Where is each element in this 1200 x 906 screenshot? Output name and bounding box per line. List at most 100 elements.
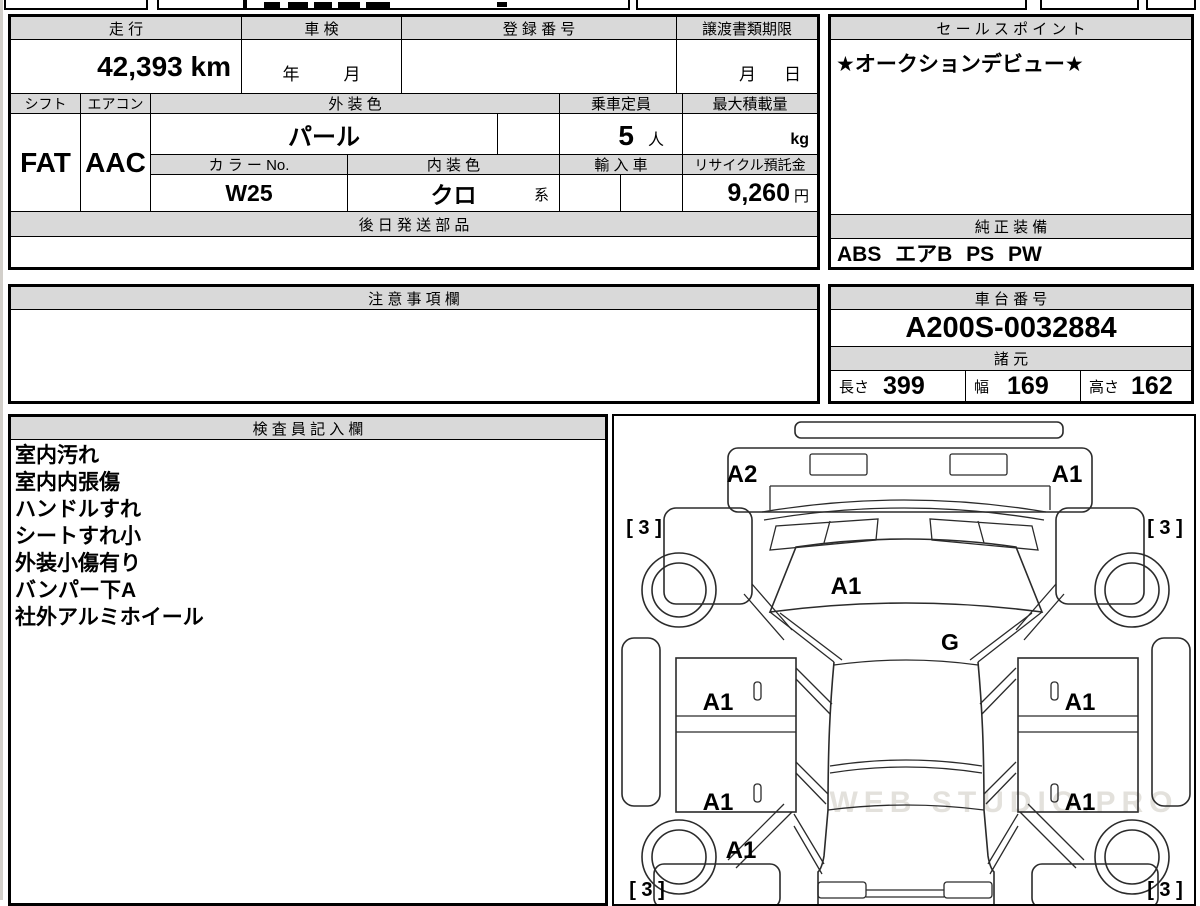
equipment-header: 純 正 装 備: [830, 214, 1192, 239]
clipped-cell: [157, 0, 245, 10]
spec-height-value: 162: [1131, 371, 1173, 400]
spec-length-value: 399: [883, 371, 925, 400]
recycle-value-cell: 9,260 円: [682, 174, 818, 212]
inspector-note-line: 外装小傷有り: [15, 552, 141, 575]
damage-label-quarter-rear-left: A1: [726, 837, 757, 864]
rear-panel-right-shape: [1031, 863, 1159, 904]
clipped-cell: [636, 0, 1027, 10]
inspector-note-line: 社外アルミホイール: [15, 606, 204, 629]
front-fascia-shape: [727, 447, 1093, 513]
mileage-header-label: 走 行: [108, 20, 144, 38]
tire-grade-rear-left: [ 3 ]: [629, 879, 665, 901]
equipment-value: ABS エアB PS PW: [837, 243, 1042, 266]
fender-front-left-shape: [663, 507, 753, 605]
recycle-header: リサイクル預託金: [682, 154, 818, 175]
aircon-header-label: エアコン: [87, 95, 144, 112]
inspector-body: 室内汚れ 室内内張傷 ハンドルすれ シートすれ小 外装小傷有り バンパー下A 社…: [10, 439, 606, 904]
inspection-header: 車 検: [241, 16, 402, 40]
shift-value-cell: FAT: [10, 113, 81, 212]
import-value-cell-1: [559, 174, 621, 212]
inspector-header: 検 査 員 記 入 欄: [10, 416, 606, 440]
specs-header: 諸 元: [830, 346, 1192, 371]
import-header-label: 輸 入 車: [594, 157, 648, 174]
watermark: WEB STUDIO.PRO: [829, 786, 1178, 819]
inspection-value-cell: 年 月: [241, 39, 402, 94]
capacity-value: 5: [618, 120, 634, 151]
color-no-value-cell: W25: [150, 174, 348, 212]
interior-color-header: 内 装 色: [347, 154, 560, 175]
inspector-note-line: 室内汚れ: [15, 444, 99, 467]
exterior-color-header: 外 装 色: [150, 93, 560, 114]
door-handle-fl-shape: [753, 681, 762, 701]
inspector-note-line: シートすれ小: [15, 525, 141, 548]
import-header: 輸 入 車: [559, 154, 683, 175]
chassis-table: 車 台 番 号 A200S-0032884 諸 元 長さ 399 幅 169 高…: [828, 284, 1194, 404]
shift-header: シフト: [10, 93, 81, 114]
damage-label-door-rear-left: A1: [703, 789, 734, 816]
inspection-header-label: 車 検: [304, 20, 339, 38]
damage-label-front-right: A1: [1052, 461, 1083, 488]
notes-body: [10, 309, 818, 402]
damage-label-front-left: A2: [727, 461, 758, 488]
recycle-unit: 円: [793, 188, 809, 205]
transfer-value-cell: 月 日: [676, 39, 818, 94]
specs-header-label: 諸 元: [993, 351, 1029, 368]
transfer-deadline-header-label: 譲渡書類期限: [701, 20, 792, 38]
max-load-value-cell: kg: [682, 113, 818, 155]
registration-header-label: 登 録 番 号: [502, 20, 576, 38]
aircon-value: AAC: [85, 146, 146, 178]
damage-diagram-box: WEB STUDIO.PRO A2 A1 A1 G A1 A1 A1 A1 A1…: [612, 414, 1196, 906]
registration-header: 登 録 番 号: [401, 16, 677, 40]
aircon-value-cell: AAC: [80, 113, 151, 212]
transfer-month-label: 月: [739, 65, 756, 84]
door-handle-rl-shape: [753, 783, 762, 803]
vehicle-info-table: 走 行 車 検 登 録 番 号 譲渡書類期限 42,393 km 年 月 月 日…: [8, 14, 820, 270]
inspector-table: 検 査 員 記 入 欄 室内汚れ 室内内張傷 ハンドルすれ シートすれ小 外装小…: [8, 414, 608, 906]
inspector-note-line: ハンドルすれ: [15, 498, 141, 521]
damage-label-door-rear-right: A1: [1065, 789, 1096, 816]
clipped-text-fragment: [497, 2, 507, 7]
doors-left-shape: [675, 657, 797, 813]
inspection-year-label: 年: [282, 65, 300, 84]
sales-point-value: ★オークションデビュー★: [836, 53, 1084, 76]
tire-grade-rear-right: [ 3 ]: [1147, 879, 1183, 901]
clipped-text-fragment: [264, 2, 280, 8]
clipped-text-fragment: [314, 2, 332, 8]
auction-sheet: { "main_table": { "mileage_label": "走 行"…: [0, 0, 1200, 906]
exterior-color-header-label: 外 装 色: [328, 96, 382, 113]
front-bumper-shape: [794, 421, 1064, 439]
clipped-text-fragment: [288, 2, 308, 8]
wheel-front-right-shape: [1094, 552, 1170, 628]
headlight-left-shape: [809, 453, 868, 476]
inspector-note-line: 室内内張傷: [15, 471, 120, 494]
transfer-day-label: 日: [784, 65, 801, 84]
color-no-header: カ ラ ー No.: [150, 154, 348, 175]
tail-lamp-right-shape: [943, 881, 993, 899]
capacity-unit: 人: [647, 132, 664, 149]
clipped-text-fragment: [366, 2, 390, 8]
spec-width-label: 幅: [974, 378, 990, 396]
damage-label-door-front-left: A1: [703, 689, 734, 716]
fender-front-right-shape: [1055, 507, 1145, 605]
sales-point-header-label: セ ー ル ス ポ イ ン ト: [936, 20, 1086, 38]
inspector-note-line: バンパー下A: [15, 579, 137, 602]
shift-header-label: シフト: [24, 95, 67, 112]
capacity-header-label: 乗車定員: [590, 96, 651, 113]
sales-point-value-cell: ★オークションデビュー★: [830, 39, 1192, 215]
recycle-header-label: リサイクル預託金: [694, 156, 806, 173]
chassis-header: 車 台 番 号: [830, 286, 1192, 310]
exterior-color-value-cell: パール: [150, 113, 498, 155]
clipped-cell: [4, 0, 148, 10]
capacity-value-cell: 5 人: [559, 113, 683, 155]
hood-shape: [768, 538, 1044, 613]
damage-label-door-front-right: A1: [1065, 689, 1096, 716]
spec-height-label: 高さ: [1089, 378, 1120, 396]
wheel-front-left-shape: [641, 552, 717, 628]
shift-value: FAT: [20, 146, 71, 178]
mileage-value: 42,393 km: [97, 50, 231, 82]
exterior-color-extra-cell: [497, 113, 560, 155]
interior-color-value-cell: クロ 系: [347, 174, 560, 212]
interior-color-suffix: 系: [533, 187, 549, 204]
later-parts-header-label: 後 日 発 送 部 品: [358, 216, 470, 234]
chassis-value-cell: A200S-0032884: [830, 309, 1192, 347]
